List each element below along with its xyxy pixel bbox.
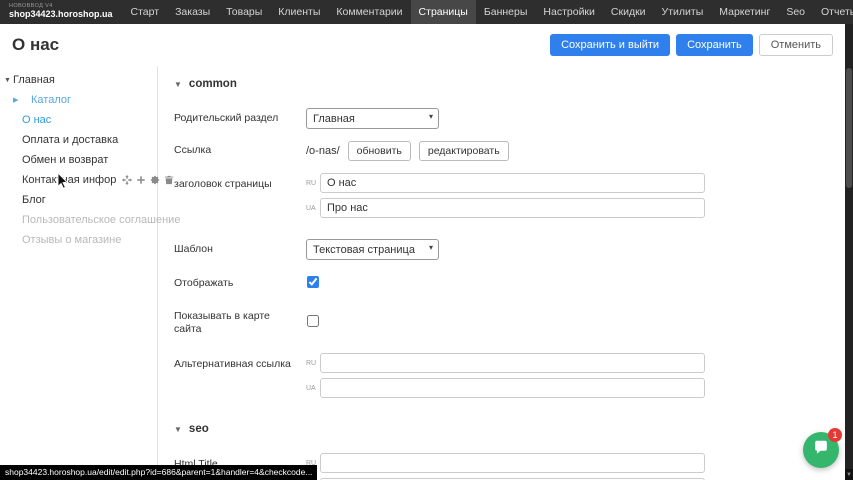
scrollbar-thumb[interactable] [846, 68, 852, 188]
add-icon[interactable] [136, 175, 146, 185]
link-path-text: /o-nas/ [306, 145, 340, 157]
alt-link-ua-input[interactable] [320, 378, 705, 398]
section-title-text: seo [189, 423, 209, 435]
tree-item-label: Блог [22, 194, 46, 206]
menu-item-start[interactable]: Старт [123, 0, 168, 24]
tree-item-blog[interactable]: Блог [0, 190, 157, 210]
lang-ua-label: UA [306, 385, 320, 392]
page-title-ru-input[interactable] [320, 173, 705, 193]
field-template: Шаблон Текстовая страница [174, 239, 845, 260]
scroll-down-arrow-icon[interactable]: ▼ [845, 469, 853, 480]
tree-item-shop-reviews[interactable]: Отзывы о магазине [0, 230, 157, 250]
display-checkbox[interactable] [307, 276, 319, 288]
vertical-scrollbar[interactable]: ▼ [845, 24, 853, 480]
tree-item-label: Пользовательское соглашение [22, 214, 180, 226]
edit-link-button[interactable]: редактировать [419, 141, 509, 161]
field-label: Родительский раздел [174, 112, 306, 125]
menu-item-discounts[interactable]: Скидки [603, 0, 654, 24]
menu-item-marketing[interactable]: Маркетинг [711, 0, 778, 24]
html-title-ru-input[interactable] [320, 453, 705, 473]
tree-item-label: Каталог [22, 94, 71, 106]
menu-item-clients[interactable]: Клиенты [270, 0, 328, 24]
logo[interactable]: НОВОВВОД V4 shop34423.horoshop.ua [0, 4, 123, 19]
template-select[interactable]: Текстовая страница [306, 239, 439, 260]
topbar: НОВОВВОД V4 shop34423.horoshop.ua Старт … [0, 0, 853, 24]
page-header: О нас Сохранить и выйти Сохранить Отмени… [0, 24, 845, 66]
field-sitemap: Показывать в карте сайта [174, 310, 845, 336]
menu-item-reports[interactable]: Отчеты [813, 0, 853, 24]
tree-item-actions [122, 175, 174, 185]
collapse-icon: ▼ [174, 80, 182, 89]
lang-ru-label: RU [306, 180, 320, 187]
section-seo-header[interactable]: ▼ seo [174, 423, 845, 435]
chat-unread-badge: 1 [828, 428, 842, 442]
menu-item-pages[interactable]: Страницы [411, 0, 476, 24]
tree-item-label: О нас [22, 114, 51, 126]
field-label: заголовок страницы [174, 173, 306, 191]
tree-item-user-agreement[interactable]: Пользовательское соглашение [0, 210, 157, 230]
field-label: Ссылка [174, 144, 306, 157]
caret-right-icon[interactable]: ▶ [13, 96, 18, 104]
field-label: Отображать [174, 277, 306, 290]
tree-item-exchange-return[interactable]: Обмен и возврат [0, 150, 157, 170]
collapse-icon: ▼ [174, 425, 182, 434]
tree-item-label: Контактная инфор [22, 174, 116, 186]
menu-item-banners[interactable]: Баннеры [476, 0, 536, 24]
field-label: Шаблон [174, 243, 306, 256]
trash-icon[interactable] [164, 175, 174, 185]
field-link: Ссылка /o-nas/ обновить редактировать [174, 141, 845, 161]
lang-ua-label: UA [306, 205, 320, 212]
tree-item-label: Главная [13, 74, 55, 86]
logo-domain-text: shop34423.horoshop.ua [9, 10, 113, 19]
caret-down-icon[interactable]: ▼ [4, 77, 11, 84]
field-alt-link: Альтернативная ссылка RU UA [174, 353, 845, 398]
lang-ru-label: RU [306, 360, 320, 367]
section-common-header[interactable]: ▼ common [174, 78, 845, 90]
tree-item-contact-info[interactable]: Контактная инфор [0, 170, 157, 190]
chat-launcher-button[interactable]: 1 [803, 432, 839, 468]
save-button[interactable]: Сохранить [676, 34, 753, 56]
cancel-button[interactable]: Отменить [759, 34, 833, 56]
parent-section-select[interactable]: Главная [306, 108, 439, 129]
tree-item-label: Обмен и возврат [22, 154, 108, 166]
alt-link-ru-input[interactable] [320, 353, 705, 373]
tree-item-label: Отзывы о магазине [22, 234, 121, 246]
main-menu: Старт Заказы Товары Клиенты Комментарии … [123, 0, 853, 24]
menu-item-comments[interactable]: Комментарии [328, 0, 410, 24]
menu-item-seo[interactable]: Seo [778, 0, 813, 24]
section-title-text: common [189, 78, 237, 90]
tree-item-payment-delivery[interactable]: Оплата и доставка [0, 130, 157, 150]
menu-item-products[interactable]: Товары [218, 0, 270, 24]
field-label: Показывать в карте сайта [174, 310, 306, 336]
save-and-exit-button[interactable]: Сохранить и выйти [550, 34, 670, 56]
menu-item-utilities[interactable]: Утилиты [654, 0, 712, 24]
tree-item-about[interactable]: О нас [0, 110, 157, 130]
page-edit-form: ▼ common Родительский раздел Главная Ссы… [157, 66, 845, 480]
page-title: О нас [12, 35, 59, 55]
field-display: Отображать [174, 275, 845, 293]
gear-icon[interactable] [150, 175, 160, 185]
template-select-wrap: Текстовая страница [306, 239, 439, 260]
parent-section-select-wrap: Главная [306, 108, 439, 129]
sitemap-checkbox[interactable] [307, 315, 319, 327]
pages-tree: ▼ Главная ▶ Каталог О нас Оплата и доста… [0, 66, 157, 480]
field-parent-section: Родительский раздел Главная [174, 108, 845, 129]
header-buttons: Сохранить и выйти Сохранить Отменить [550, 34, 833, 56]
menu-item-orders[interactable]: Заказы [167, 0, 218, 24]
menu-item-settings[interactable]: Настройки [535, 0, 603, 24]
tree-item-label: Оплата и доставка [22, 134, 118, 146]
field-page-title: заголовок страницы RU UA [174, 173, 845, 218]
refresh-link-button[interactable]: обновить [348, 141, 411, 161]
field-label: Альтернативная ссылка [174, 353, 306, 371]
tree-item-catalog[interactable]: ▶ Каталог [0, 90, 157, 110]
page-title-ua-input[interactable] [320, 198, 705, 218]
move-icon[interactable] [122, 175, 132, 185]
tree-item-home[interactable]: ▼ Главная [0, 70, 157, 90]
status-url-tooltip: shop34423.horoshop.ua/edit/edit.php?id=6… [0, 465, 317, 480]
chat-icon [812, 439, 830, 462]
